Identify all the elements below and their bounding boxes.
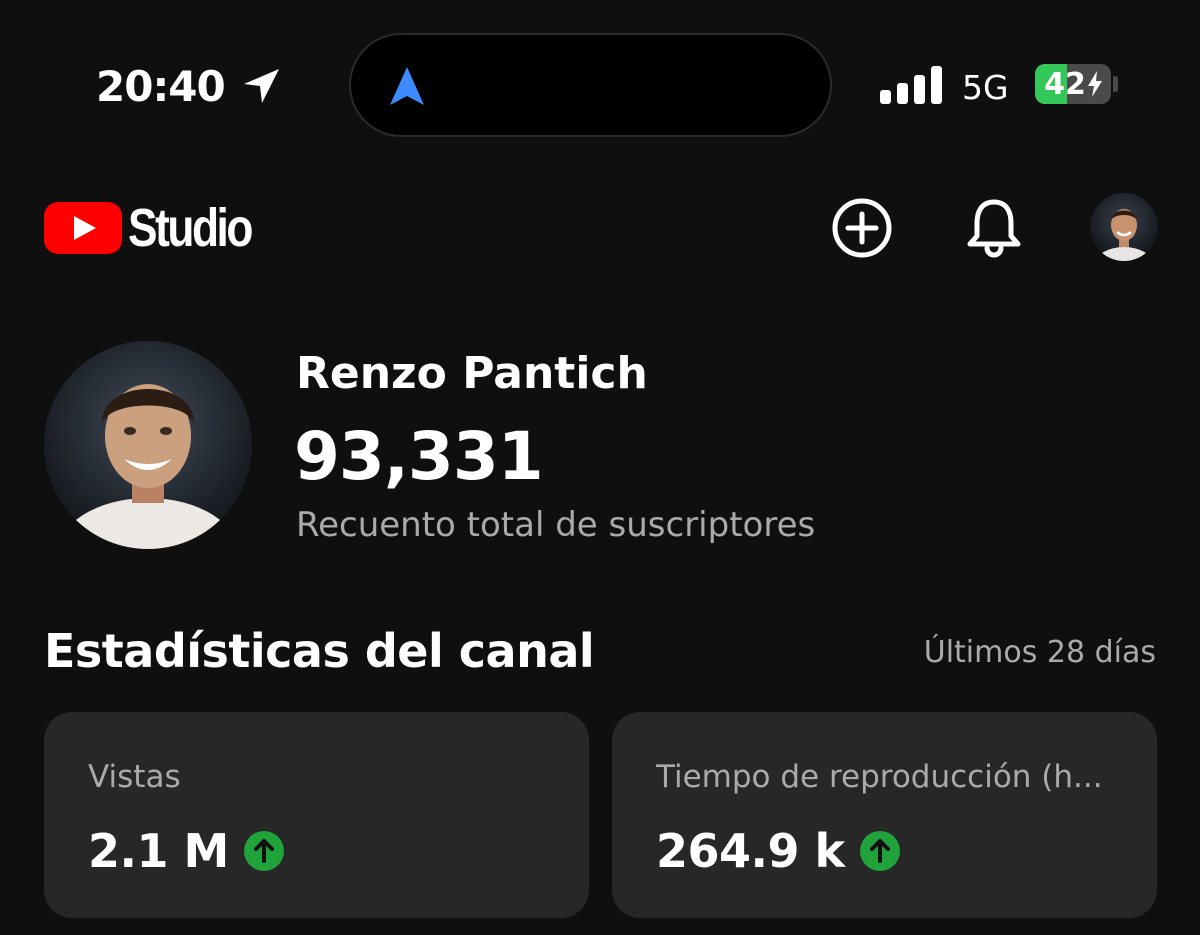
status-time: 20:40 — [96, 62, 226, 111]
youtube-logo-icon — [44, 202, 122, 254]
youtube-studio-logo[interactable]: Studio — [44, 198, 278, 258]
battery-level: 42 — [1044, 66, 1086, 102]
network-type: 5G — [962, 68, 1009, 107]
channel-name: Renzo Pantich — [296, 348, 648, 399]
subscriber-count: 93,331 — [294, 418, 544, 495]
battery-indicator: 42 — [1035, 64, 1111, 104]
charging-bolt-icon — [1087, 71, 1102, 97]
stats-period: Últimos 28 días — [923, 635, 1156, 670]
stat-label: Tiempo de reproducción (h... — [656, 759, 1103, 795]
dynamic-island[interactable] — [349, 33, 832, 137]
account-avatar[interactable] — [1090, 193, 1158, 261]
stat-value: 264.9 k — [656, 824, 845, 878]
stat-card-watch-time[interactable]: Tiempo de reproducción (h... 264.9 k — [612, 712, 1157, 918]
battery-cap — [1113, 76, 1118, 92]
subscriber-label: Recuento total de suscriptores — [296, 505, 816, 545]
stat-value: 2.1 M — [88, 824, 229, 878]
location-arrow-icon — [244, 69, 279, 103]
trend-up-icon — [243, 831, 284, 871]
create-icon[interactable] — [830, 196, 894, 260]
trend-up-icon — [859, 831, 900, 871]
stat-label: Vistas — [88, 759, 181, 795]
stats-title: Estadísticas del canal — [44, 624, 595, 678]
navigation-arrow-icon — [390, 67, 424, 105]
app-name: Studio — [128, 198, 253, 258]
channel-avatar[interactable] — [44, 341, 252, 549]
bell-icon[interactable] — [962, 196, 1026, 260]
cellular-signal-icon — [880, 66, 942, 104]
stat-card-views[interactable]: Vistas 2.1 M — [44, 712, 589, 918]
